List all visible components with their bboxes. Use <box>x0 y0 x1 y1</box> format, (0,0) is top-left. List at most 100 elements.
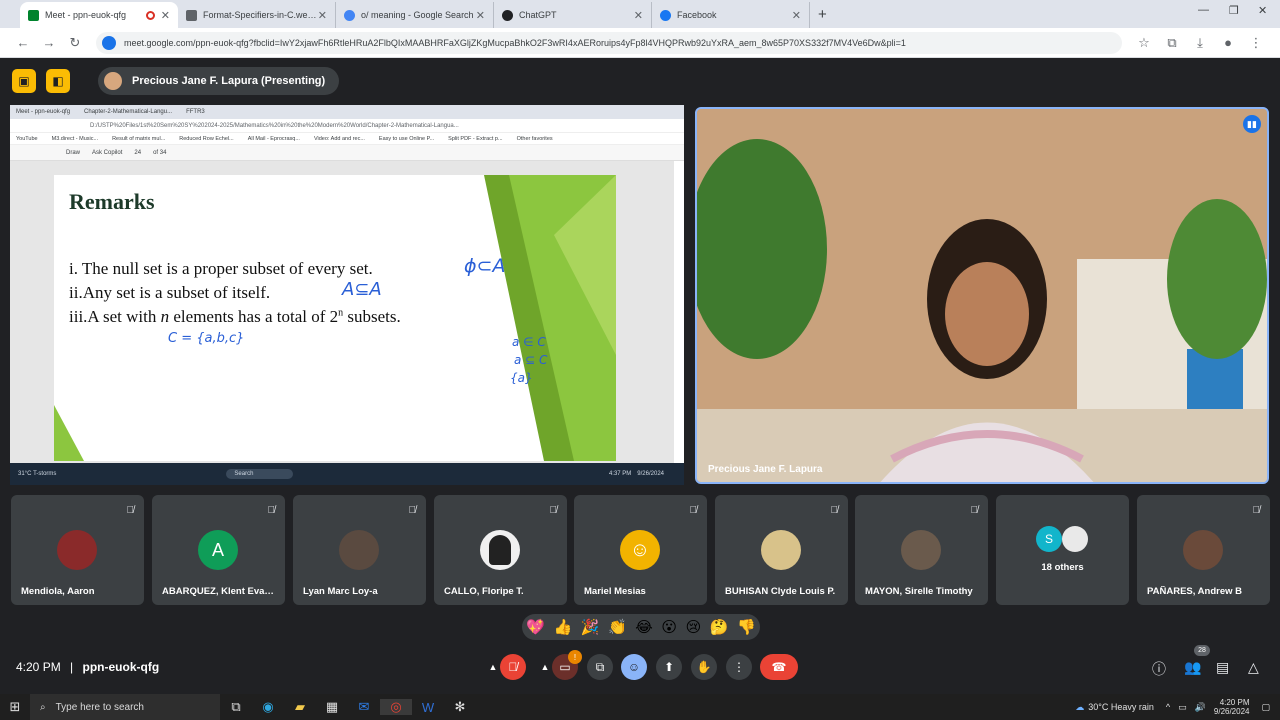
reaction-party[interactable]: 🎉 <box>581 618 600 636</box>
tray-time: 4:20 PM <box>1219 698 1250 707</box>
meet-header: ▣ ◧ Precious Jane F. Lapura (Presenting) <box>0 58 1280 104</box>
people-count-badge: 28 <box>1194 645 1210 656</box>
reaction-clap[interactable]: 👏 <box>608 618 627 636</box>
network-icon[interactable]: ▭ <box>1178 702 1187 713</box>
avatar: S <box>1036 526 1062 552</box>
others-tile[interactable]: S 18 others <box>996 495 1129 605</box>
participant-name: MAYON, Sirelle Timothy <box>865 586 973 597</box>
mic-off-icon: 🎙̸ <box>126 505 135 516</box>
chrome-icon[interactable]: ◎ <box>380 699 412 715</box>
emoji-reactions-button[interactable]: ☺ <box>621 654 647 680</box>
participant-name: ABARQUEZ, Klent Evan... <box>162 586 277 597</box>
address-bar[interactable]: meet.google.com/ppn-euok-qfg?fbclid=IwY2… <box>96 31 1122 54</box>
participant-tile[interactable]: 🎙̸ PAÑARES, Andrew B <box>1137 495 1270 605</box>
video-options-chevron-icon[interactable]: ▲ <box>538 655 552 679</box>
reaction-thumbs-up[interactable]: 👍 <box>554 618 573 636</box>
store-icon[interactable]: ▦ <box>316 699 348 715</box>
profile-avatar[interactable]: ● <box>1214 35 1242 50</box>
leave-call-button[interactable]: ☎ <box>760 654 798 680</box>
tray-clock[interactable]: 4:20 PM 9/26/2024 <box>1214 698 1250 716</box>
participant-tile[interactable]: 🎙̸ BUHISAN Clyde Louis P. <box>715 495 848 605</box>
windows-search-box[interactable]: ⌕ Type here to search <box>30 694 220 720</box>
mic-toggle-button[interactable]: 🎙̸ <box>500 654 526 680</box>
reload-icon[interactable]: ↻ <box>62 35 88 51</box>
participant-tile[interactable]: 🎙̸ ☺ Mariel Mesias <box>574 495 707 605</box>
captions-button[interactable]: ⧉ <box>587 654 613 680</box>
tab-format-specifiers[interactable]: Format-Specifiers-in-C.webp (8 ✕ <box>178 2 336 28</box>
avatar <box>57 530 97 570</box>
file-explorer-icon[interactable]: ▰ <box>284 699 316 715</box>
minimize-icon[interactable]: — <box>1198 4 1209 16</box>
shared-tab: FFTR3 <box>186 109 205 115</box>
avatar <box>1062 526 1088 552</box>
word-icon[interactable]: W <box>412 700 444 715</box>
tab-facebook[interactable]: Facebook ✕ <box>652 2 810 28</box>
reaction-surprised[interactable]: 😮 <box>661 618 677 636</box>
download-icon[interactable]: ⤓ <box>1186 35 1214 51</box>
shared-weather: 31°C <box>18 471 32 477</box>
people-icon[interactable]: 👥 <box>1184 659 1201 676</box>
layout-icon[interactable]: ◧ <box>46 69 70 93</box>
restore-icon[interactable]: ❐ <box>1229 4 1239 17</box>
reaction-laugh[interactable]: 😂 <box>635 618 653 636</box>
reaction-sad[interactable]: 😢 <box>686 618 702 636</box>
shared-tab-strip: Meet - ppn-euok-qfg Chapter-2-Mathematic… <box>10 105 684 119</box>
handwriting-note: ϕ⊂A <box>464 255 506 277</box>
search-placeholder: Type here to search <box>55 701 144 713</box>
mail-icon[interactable]: ✉ <box>348 699 380 715</box>
handwriting-note: C = {a,b,c} <box>168 331 245 346</box>
back-icon[interactable]: ← <box>10 35 36 50</box>
extensions-icon[interactable]: ⧉ <box>1158 35 1186 51</box>
google-favicon-icon <box>344 9 355 21</box>
tab-label: Format-Specifiers-in-C.webp (8 <box>203 10 318 20</box>
tab-close-icon[interactable]: ✕ <box>792 9 801 22</box>
window-close-icon[interactable]: ✕ <box>1258 4 1267 17</box>
tab-meet[interactable]: Meet - ppn-euok-qfg ✕ <box>20 2 178 28</box>
participant-tile[interactable]: 🎙̸ Lyan Marc Loy-a <box>293 495 426 605</box>
tray-chevron-icon[interactable]: ^ <box>1166 702 1170 712</box>
tab-close-icon[interactable]: ✕ <box>318 9 327 22</box>
participant-name: BUHISAN Clyde Louis P. <box>725 586 836 597</box>
chatgpt-app-icon[interactable]: ✻ <box>444 699 476 715</box>
edge-icon[interactable]: ◉ <box>252 699 284 715</box>
tab-google-search[interactable]: o/ meaning - Google Search ✕ <box>336 2 494 28</box>
site-info-icon[interactable] <box>102 35 116 50</box>
avatar <box>901 530 941 570</box>
activities-icon[interactable]: △ <box>1248 659 1259 676</box>
raise-hand-button[interactable]: ✋ <box>691 654 717 680</box>
shared-date: 9/26/2024 <box>637 471 664 477</box>
stop-presenting-icon[interactable]: ▣ <box>12 69 36 93</box>
facebook-favicon-icon <box>660 9 671 21</box>
forward-icon[interactable]: → <box>36 35 62 50</box>
more-options-button[interactable]: ⋮ <box>726 654 752 680</box>
weather-cloud-icon: ☁ <box>1075 701 1085 712</box>
present-screen-button[interactable]: ⬆ <box>656 654 682 680</box>
tab-close-icon[interactable]: ✕ <box>161 9 170 22</box>
browser-tab-strip: Meet - ppn-euok-qfg ✕ Format-Specifiers-… <box>0 0 1280 28</box>
participant-tile[interactable]: 🎙̸ Mendiola, Aaron <box>11 495 144 605</box>
chatgpt-favicon-icon <box>502 9 513 21</box>
tab-close-icon[interactable]: ✕ <box>476 9 485 22</box>
participant-tile[interactable]: 🎙̸ MAYON, Sirelle Timothy <box>855 495 988 605</box>
task-view-icon[interactable]: ⧉ <box>220 699 252 715</box>
presenter-chip: Precious Jane F. Lapura (Presenting) <box>98 67 340 95</box>
bookmark-star-icon[interactable]: ☆ <box>1130 35 1158 51</box>
volume-icon[interactable]: 🔊 <box>1195 702 1206 713</box>
chat-icon[interactable]: ▤ <box>1216 659 1229 676</box>
participant-name: 18 others <box>1041 562 1084 573</box>
participant-name: PAÑARES, Andrew B <box>1147 586 1243 597</box>
participant-tile[interactable]: 🎙̸ CALLO, Floripe T. <box>434 495 567 605</box>
reaction-thumbs-down[interactable]: 👎 <box>737 618 756 636</box>
reaction-thinking[interactable]: 🤔 <box>710 618 729 636</box>
reaction-heart[interactable]: 💖 <box>526 618 545 636</box>
browser-menu-icon[interactable]: ⋮ <box>1242 35 1270 51</box>
new-tab-button[interactable]: + <box>818 2 827 28</box>
audio-options-chevron-icon[interactable]: ▲ <box>486 655 500 679</box>
bookmark: Result of matrix mul... <box>112 135 166 142</box>
tab-chatgpt[interactable]: ChatGPT ✕ <box>494 2 652 28</box>
notifications-icon[interactable]: ▢ <box>1261 702 1270 713</box>
windows-start-icon[interactable]: ⊞ <box>0 699 30 715</box>
tab-close-icon[interactable]: ✕ <box>634 9 643 22</box>
meeting-details-icon[interactable]: ⓘ <box>1152 659 1166 679</box>
participant-tile[interactable]: 🎙̸ A ABARQUEZ, Klent Evan... <box>152 495 285 605</box>
